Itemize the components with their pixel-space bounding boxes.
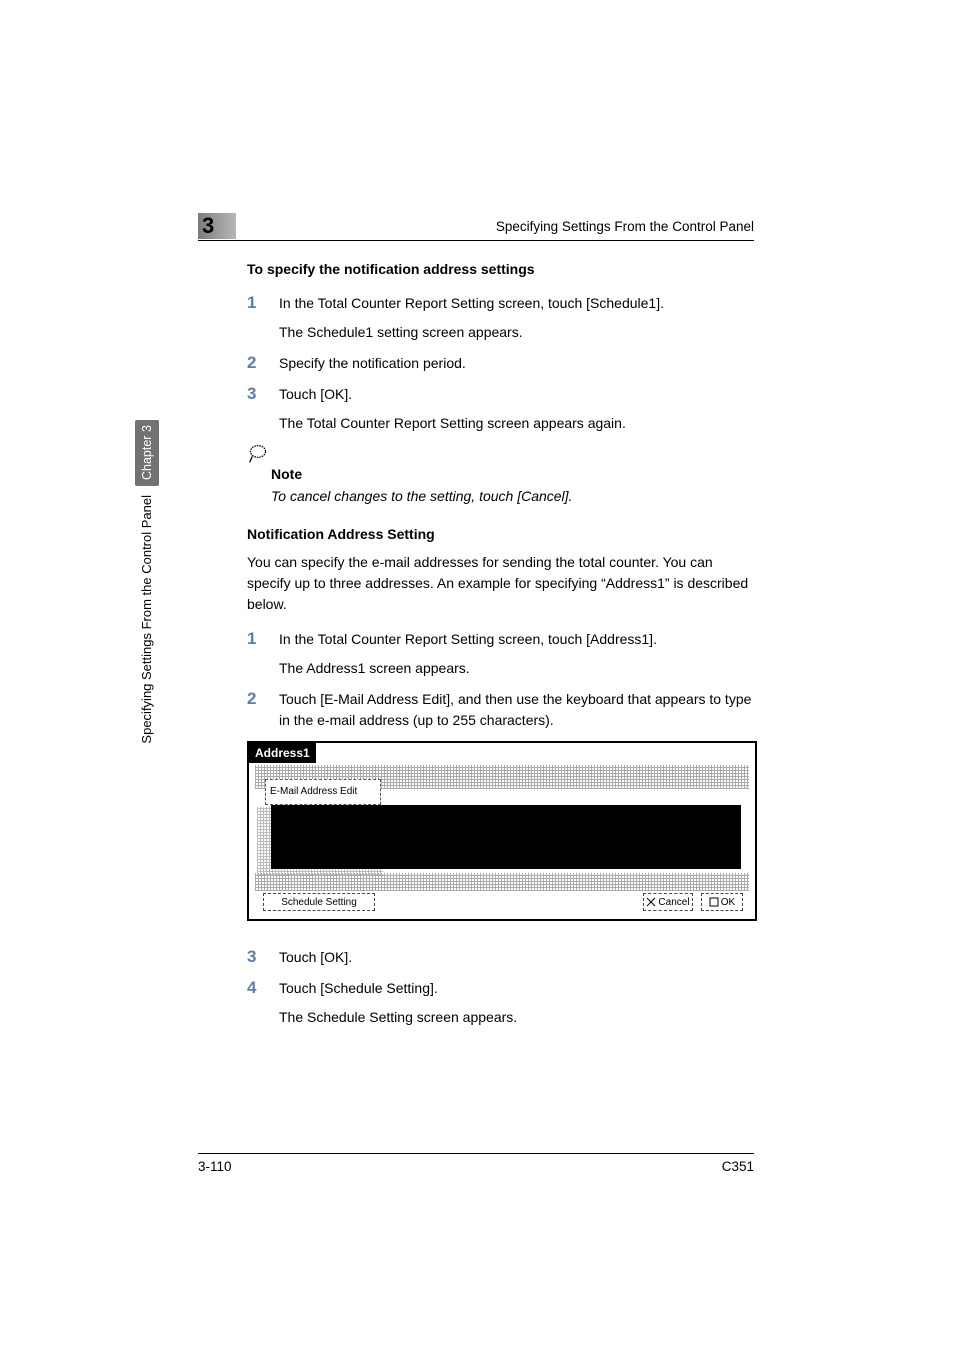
- step-number: 4: [247, 978, 279, 1028]
- cancel-icon: [646, 897, 656, 907]
- step-body: Touch [Schedule Setting]. The Schedule S…: [279, 978, 757, 1028]
- content-column: To specify the notification address sett…: [247, 261, 757, 1038]
- subsection-heading: To specify the notification address sett…: [247, 261, 757, 277]
- step-number: 1: [247, 293, 279, 343]
- step-number: 3: [247, 384, 279, 434]
- step-item: 3 Touch [OK].: [247, 947, 757, 968]
- step-item: 2 Specify the notification period.: [247, 353, 757, 374]
- step-body: In the Total Counter Report Setting scre…: [279, 629, 757, 679]
- button-label: Schedule Setting: [281, 897, 357, 908]
- step-item: 3 Touch [OK]. The Total Counter Report S…: [247, 384, 757, 434]
- step-text: In the Total Counter Report Setting scre…: [279, 629, 757, 650]
- email-address-edit-button[interactable]: E-Mail Address Edit: [265, 779, 381, 805]
- note-icon: [247, 444, 269, 464]
- ok-button[interactable]: OK: [701, 893, 743, 911]
- step-body: Touch [OK].: [279, 947, 757, 968]
- chapter-number-badge: 3: [198, 213, 236, 239]
- step-subtext: The Schedule1 setting screen appears.: [279, 322, 757, 343]
- note-body: To cancel changes to the setting, touch …: [271, 486, 757, 506]
- step-item: 1 In the Total Counter Report Setting sc…: [247, 293, 757, 343]
- side-chapter-tab: Chapter 3: [135, 420, 159, 486]
- side-section-label: Specifying Settings From the Control Pan…: [139, 495, 154, 744]
- step-body: In the Total Counter Report Setting scre…: [279, 293, 757, 343]
- header-rule: [198, 240, 754, 241]
- note-title: Note: [271, 466, 757, 482]
- footer-rule: [198, 1153, 754, 1154]
- step-subtext: The Address1 screen appears.: [279, 658, 757, 679]
- button-label: E-Mail Address Edit: [270, 787, 357, 797]
- cancel-button[interactable]: Cancel: [643, 893, 693, 911]
- device-hatch-area: [255, 873, 749, 891]
- step-body: Touch [OK]. The Total Counter Report Set…: [279, 384, 757, 434]
- step-subtext: The Total Counter Report Setting screen …: [279, 413, 757, 434]
- subsection-heading: Notification Address Setting: [247, 526, 757, 542]
- step-text: In the Total Counter Report Setting scre…: [279, 293, 757, 314]
- device-input-field[interactable]: [271, 805, 741, 869]
- device-title-bar: Address1: [249, 743, 316, 763]
- step-text: Touch [E-Mail Address Edit], and then us…: [279, 689, 757, 731]
- step-item: 1 In the Total Counter Report Setting sc…: [247, 629, 757, 679]
- step-text: Specify the notification period.: [279, 353, 757, 374]
- step-number: 2: [247, 353, 279, 374]
- button-label: OK: [721, 897, 735, 908]
- step-number: 1: [247, 629, 279, 679]
- step-body: Touch [E-Mail Address Edit], and then us…: [279, 689, 757, 731]
- step-text: Touch [OK].: [279, 947, 757, 968]
- step-item: 2 Touch [E-Mail Address Edit], and then …: [247, 689, 757, 731]
- step-item: 4 Touch [Schedule Setting]. The Schedule…: [247, 978, 757, 1028]
- schedule-setting-button[interactable]: Schedule Setting: [263, 893, 375, 911]
- step-text: Touch [Schedule Setting].: [279, 978, 757, 999]
- model-label: C351: [722, 1159, 754, 1174]
- step-subtext: The Schedule Setting screen appears.: [279, 1007, 757, 1028]
- step-number: 3: [247, 947, 279, 968]
- running-header-text: Specifying Settings From the Control Pan…: [439, 219, 754, 234]
- document-page: 3 Specifying Settings From the Control P…: [0, 0, 954, 1350]
- note-block: Note To cancel changes to the setting, t…: [247, 444, 757, 506]
- ok-icon: [709, 897, 719, 907]
- paragraph: You can specify the e-mail addresses for…: [247, 552, 757, 615]
- step-number: 2: [247, 689, 279, 731]
- page-number: 3-110: [198, 1159, 232, 1174]
- button-label: Cancel: [658, 897, 689, 908]
- step-body: Specify the notification period.: [279, 353, 757, 374]
- device-screenshot: Address1 E-Mail Address Edit Schedule Se…: [247, 741, 757, 921]
- step-text: Touch [OK].: [279, 384, 757, 405]
